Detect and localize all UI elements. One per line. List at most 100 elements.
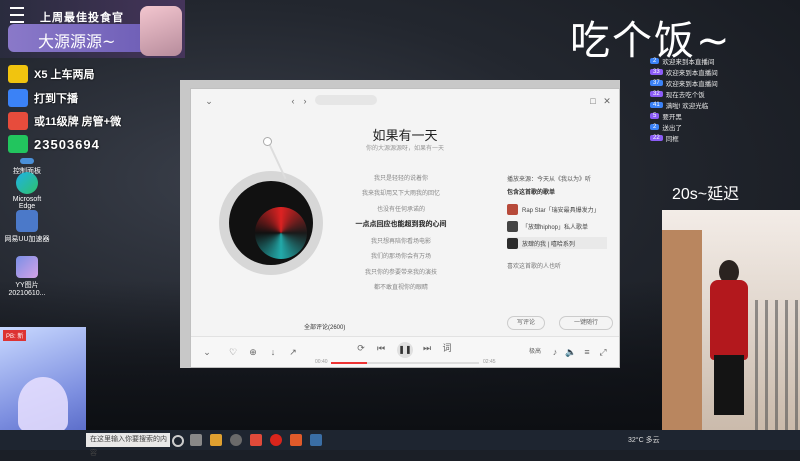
lyric-line[interactable]: 我来我却用又下大雨我的回忆 — [331, 188, 471, 197]
desktop-icon-uu[interactable]: 网易UU加速器 — [4, 210, 50, 244]
desktop-icon-edge[interactable]: Microsoft Edge — [4, 172, 50, 210]
chat-text: 同框 — [665, 135, 679, 143]
playlist-item[interactable]: 放肆的我 | 嘻哈系列 — [507, 237, 607, 249]
chat-text: 要开黑 — [662, 113, 682, 121]
previous-icon[interactable]: ⏮ — [375, 342, 387, 354]
cam-person-skirt — [714, 355, 744, 415]
progress-bar[interactable] — [331, 362, 479, 364]
chat-text: 满啦! 欢迎光临 — [665, 102, 709, 110]
comments-count[interactable]: 全部评论(2600) — [304, 322, 345, 331]
playlist-name: 放肆的我 | 嘻哈系列 — [522, 241, 575, 248]
chat-message: 5 要开黑 — [650, 110, 798, 121]
steam-icon[interactable] — [310, 434, 322, 446]
lyrics-toggle-icon[interactable]: 词 — [441, 342, 453, 354]
playlist-section-title: 包含这首歌的歌单 — [507, 190, 556, 196]
fullscreen-icon[interactable]: ⤢ — [597, 346, 609, 358]
game-icon — [8, 89, 28, 107]
music-player-window: ⌄ ‹ › □ ✕ 如果有一天 你的大源源源呀，如果有一天 我只是轻轻的说着你 … — [190, 88, 620, 368]
weather-status[interactable]: 32°C 多云 — [628, 435, 660, 445]
chat-message: 2 欢迎来到本直播间 — [650, 55, 798, 66]
netease-music-icon[interactable] — [270, 434, 282, 446]
volume-icon[interactable]: 🔈 — [565, 346, 577, 358]
time-current: 00:40 — [315, 359, 328, 365]
album-art — [255, 207, 307, 259]
level-badge: 2 — [650, 123, 660, 130]
window-titlebar: ⌄ ‹ › □ ✕ — [191, 89, 619, 111]
chat-message: 33 欢迎来到本直播间 — [650, 66, 798, 77]
cam-railing — [755, 300, 800, 450]
next-icon[interactable]: ⏭ — [421, 342, 433, 354]
playlist-item[interactable]: Rap Star「瑞安最具爆发力」 — [507, 203, 607, 215]
playlist-name: Rap Star「瑞安最具爆发力」 — [522, 207, 600, 214]
effects-icon[interactable]: ♪ — [549, 346, 561, 358]
level-badge: 32 — [650, 90, 663, 97]
app-icon[interactable] — [290, 434, 302, 446]
file-explorer-icon[interactable] — [210, 434, 222, 446]
obs-icon[interactable] — [230, 434, 242, 446]
back-icon[interactable]: ‹ — [287, 95, 299, 107]
lyric-line[interactable]: 我只是轻轻的说着你 — [331, 173, 471, 182]
playlist-cover — [507, 220, 518, 232]
share-icon[interactable]: ↗ — [287, 346, 299, 358]
info-row-text: 或11级牌 房管+微 — [34, 116, 122, 128]
app-icon[interactable] — [250, 434, 262, 446]
chat-text: 现在去吃个饭 — [665, 91, 705, 99]
search-input[interactable] — [315, 95, 377, 105]
cam-person-body — [710, 280, 748, 360]
maximize-icon[interactable]: □ — [587, 95, 599, 107]
vinyl-record — [219, 171, 323, 275]
taskbar-search[interactable]: 在这里输入你要搜索的内容 — [86, 433, 170, 457]
listen-together-button[interactable]: 一键随行 — [559, 316, 613, 330]
task-view-icon[interactable] — [190, 434, 202, 446]
download-icon[interactable]: ↓ — [267, 346, 279, 358]
play-source: 播放来源：今天从《我以为》听 — [507, 177, 592, 183]
cam-wall — [662, 230, 702, 450]
lyric-line[interactable]: 我只想再陪你看场电影 — [331, 236, 471, 245]
heart-icon[interactable]: ♡ — [227, 346, 239, 358]
quality-badge[interactable]: 极高 — [527, 346, 543, 358]
edge-icon — [16, 172, 38, 194]
stream-banner: 上周最佳投食官 大源源源~ — [0, 0, 185, 58]
streamer-name: 大源源源~ — [38, 32, 116, 51]
add-icon[interactable]: ⊕ — [247, 346, 259, 358]
delay-label: 20s~延迟 — [672, 186, 740, 203]
lyric-line[interactable]: 我只你的参要带来我的演技 — [331, 267, 471, 276]
game-tag: PB: 新 — [3, 330, 27, 341]
gift-icon — [8, 112, 28, 130]
lyric-line[interactable]: 都不敢直视你的眼睛 — [331, 282, 471, 291]
write-comment-button[interactable]: 写评论 — [507, 316, 545, 330]
similar-listeners[interactable]: 喜欢这首歌的人也听 — [507, 261, 561, 270]
playlist-cover — [507, 237, 518, 249]
chat-text: 欢迎来到本直播间 — [665, 80, 718, 88]
level-badge: 22 — [650, 134, 663, 141]
playlist-cover — [507, 203, 518, 215]
playlist-icon[interactable]: ≡ — [581, 346, 593, 358]
pencil-icon — [8, 65, 28, 83]
vinyl-inner — [229, 181, 313, 265]
level-badge: 41 — [650, 101, 663, 108]
image-file-icon — [16, 256, 38, 278]
chat-message: 22 同框 — [650, 132, 798, 143]
chat-text: 欢迎来到本直播间 — [662, 58, 715, 66]
loop-icon[interactable]: ⟳ — [355, 342, 367, 354]
uu-accelerator-icon — [16, 210, 38, 232]
cortana-icon[interactable] — [172, 435, 184, 447]
lyric-line[interactable]: 我们的那场你会有万场 — [331, 251, 471, 260]
forward-icon[interactable]: › — [299, 95, 311, 107]
collapse-icon[interactable]: ⌄ — [203, 95, 215, 107]
lyric-line-active[interactable]: 一点点回应也能超到我的心间 — [331, 219, 471, 229]
streamer-avatar — [140, 6, 182, 56]
qq-icon — [8, 135, 28, 153]
close-icon[interactable]: ✕ — [601, 95, 613, 107]
desktop-icon-label: YY图片 20210610... — [8, 282, 46, 297]
streamer-name-box: 大源源源~ — [8, 24, 148, 52]
pause-button[interactable]: ❚❚ — [397, 342, 413, 358]
collapse-player-icon[interactable]: ⌄ — [201, 346, 213, 358]
info-row-text: 打到下播 — [34, 93, 78, 105]
lyric-line[interactable]: 也没有任何承诺的 — [331, 204, 471, 213]
desktop-icon-label: 网易UU加速器 — [4, 236, 50, 243]
level-badge: 5 — [650, 112, 660, 119]
desktop-icon-yy[interactable]: YY图片 20210610... — [4, 256, 50, 297]
chat-message: 2 送出了 — [650, 121, 798, 132]
playlist-item[interactable]: 「放肆hiphop」私人歌单 — [507, 220, 607, 232]
